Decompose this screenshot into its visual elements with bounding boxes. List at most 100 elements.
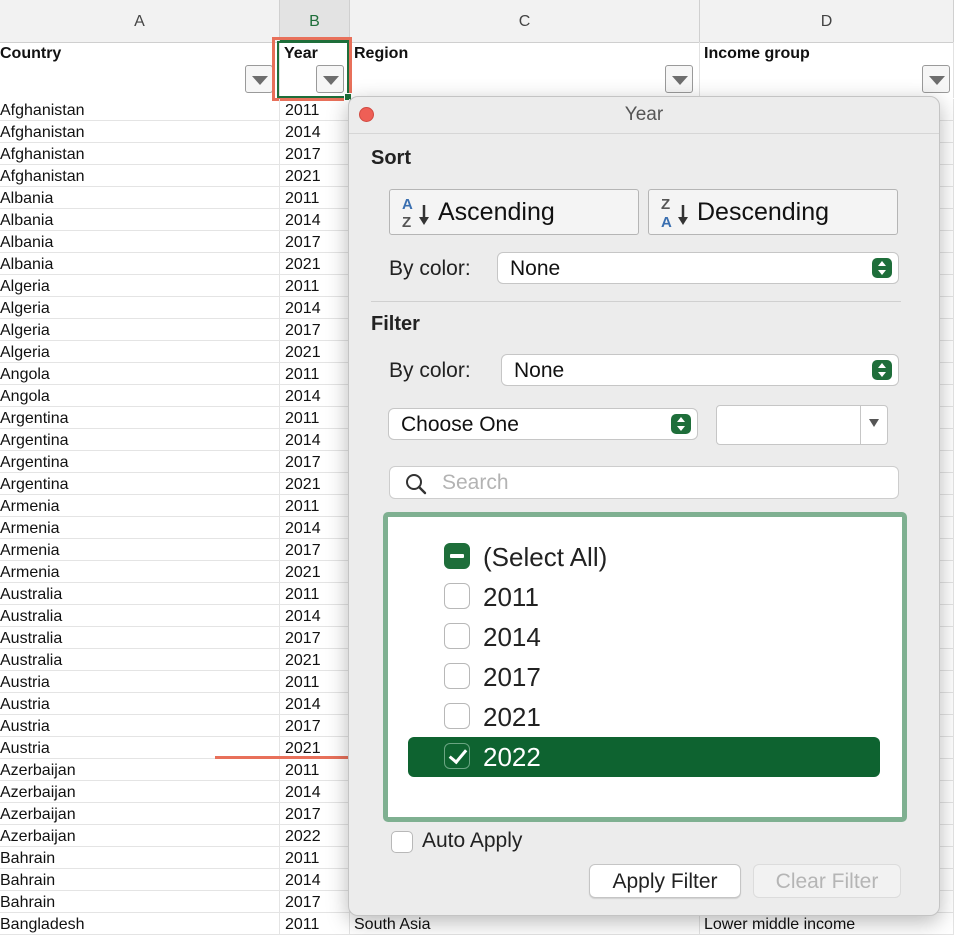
cell-country[interactable]: Algeria — [0, 341, 280, 363]
cell-country[interactable]: Armenia — [0, 517, 280, 539]
filter-by-color-select[interactable]: None — [501, 354, 899, 386]
cell-country[interactable]: Austria — [0, 693, 280, 715]
cell-country[interactable]: Argentina — [0, 473, 280, 495]
cell-country[interactable]: Argentina — [0, 451, 280, 473]
cell-year[interactable]: 2017 — [280, 451, 350, 473]
list-item-2017[interactable]: 2017 — [408, 657, 880, 697]
cell-year[interactable]: 2011 — [280, 671, 350, 693]
cell-country[interactable]: Algeria — [0, 297, 280, 319]
filter-dropdown-icon[interactable] — [665, 65, 693, 93]
cell-country[interactable]: Austria — [0, 715, 280, 737]
sort-by-color-select[interactable]: None — [497, 252, 899, 284]
column-header-a[interactable]: A — [0, 0, 280, 42]
search-input[interactable] — [440, 470, 884, 496]
cell-country[interactable]: Armenia — [0, 561, 280, 583]
cell-country[interactable]: Armenia — [0, 539, 280, 561]
cell-country[interactable]: Afghanistan — [0, 99, 280, 121]
cell-year[interactable]: 2021 — [280, 561, 350, 583]
checkbox[interactable] — [444, 623, 470, 649]
cell-year[interactable]: 2021 — [280, 649, 350, 671]
header-cell-income-group[interactable]: Income group — [700, 42, 954, 98]
checkbox[interactable] — [444, 663, 470, 689]
cell-year[interactable]: 2014 — [280, 297, 350, 319]
cell-year[interactable]: 2011 — [280, 913, 350, 935]
cell-country[interactable]: Afghanistan — [0, 143, 280, 165]
cell-year[interactable]: 2014 — [280, 385, 350, 407]
column-header-c[interactable]: C — [350, 0, 700, 42]
cell-country[interactable]: Austria — [0, 671, 280, 693]
cell-country[interactable]: Bahrain — [0, 869, 280, 891]
cell-country[interactable]: Argentina — [0, 429, 280, 451]
cell-year[interactable]: 2021 — [280, 165, 350, 187]
cell-country[interactable]: Armenia — [0, 495, 280, 517]
cell-country[interactable]: Algeria — [0, 275, 280, 297]
cell-country[interactable]: Azerbaijan — [0, 781, 280, 803]
cell-year[interactable]: 2017 — [280, 715, 350, 737]
cell-country[interactable]: Albania — [0, 209, 280, 231]
auto-apply-checkbox[interactable] — [391, 831, 413, 853]
condition-select[interactable]: Choose One — [388, 408, 698, 440]
cell-year[interactable]: 2011 — [280, 847, 350, 869]
cell-country[interactable]: Albania — [0, 231, 280, 253]
cell-year[interactable]: 2014 — [280, 605, 350, 627]
cell-country[interactable]: Australia — [0, 649, 280, 671]
list-item-2014[interactable]: 2014 — [408, 617, 880, 657]
cell-year[interactable]: 2011 — [280, 275, 350, 297]
cell-year[interactable]: 2017 — [280, 627, 350, 649]
sort-descending-button[interactable]: Z A Descending — [648, 189, 898, 235]
cell-country[interactable]: Bahrain — [0, 847, 280, 869]
column-header-d[interactable]: D — [700, 0, 954, 42]
cell-year[interactable]: 2014 — [280, 781, 350, 803]
cell-region[interactable]: South Asia — [350, 913, 700, 935]
cell-country[interactable]: Azerbaijan — [0, 759, 280, 781]
cell-country[interactable]: Australia — [0, 583, 280, 605]
cell-year[interactable]: 2011 — [280, 759, 350, 781]
condition-value-combobox[interactable] — [716, 405, 888, 445]
chevron-down-icon[interactable] — [869, 419, 879, 427]
apply-filter-button[interactable]: Apply Filter — [589, 864, 741, 898]
filter-dropdown-icon[interactable] — [922, 65, 950, 93]
cell-year[interactable]: 2014 — [280, 693, 350, 715]
cell-country[interactable]: Angola — [0, 363, 280, 385]
cell-year[interactable]: 2014 — [280, 869, 350, 891]
cell-year[interactable]: 2011 — [280, 407, 350, 429]
filter-dropdown-icon[interactable] — [245, 65, 273, 93]
cell-country[interactable]: Angola — [0, 385, 280, 407]
list-item-2011[interactable]: 2011 — [408, 577, 880, 617]
sort-ascending-button[interactable]: A Z Ascending — [389, 189, 639, 235]
column-header-b[interactable]: B — [280, 0, 350, 42]
checkbox[interactable] — [444, 583, 470, 609]
header-cell-country[interactable]: Country — [0, 42, 280, 98]
cell-year[interactable]: 2014 — [280, 121, 350, 143]
cell-year[interactable]: 2014 — [280, 429, 350, 451]
cell-year[interactable]: 2011 — [280, 583, 350, 605]
cell-year[interactable]: 2017 — [280, 891, 350, 913]
list-item-2022[interactable]: 2022 — [408, 737, 880, 777]
list-item-select-all[interactable]: (Select All) — [408, 537, 880, 577]
cell-year[interactable]: 2017 — [280, 143, 350, 165]
cell-country[interactable]: Argentina — [0, 407, 280, 429]
cell-year[interactable]: 2021 — [280, 253, 350, 275]
search-field[interactable] — [389, 466, 899, 499]
cell-year[interactable]: 2014 — [280, 209, 350, 231]
cell-country[interactable]: Australia — [0, 627, 280, 649]
cell-year[interactable]: 2011 — [280, 495, 350, 517]
checkbox-checked[interactable] — [444, 743, 470, 769]
cell-country[interactable]: Algeria — [0, 319, 280, 341]
cell-year[interactable]: 2011 — [280, 99, 350, 121]
cell-country[interactable]: Albania — [0, 187, 280, 209]
cell-year[interactable]: 2021 — [280, 341, 350, 363]
cell-country[interactable]: Azerbaijan — [0, 825, 280, 847]
cell-income-group[interactable]: Lower middle income — [700, 913, 954, 935]
cell-country[interactable]: Afghanistan — [0, 121, 280, 143]
cell-year[interactable]: 2022 — [280, 825, 350, 847]
header-cell-region[interactable]: Region — [350, 42, 700, 98]
cell-country[interactable]: Afghanistan — [0, 165, 280, 187]
cell-year[interactable]: 2011 — [280, 187, 350, 209]
cell-year[interactable]: 2017 — [280, 319, 350, 341]
cell-country[interactable]: Bangladesh — [0, 913, 280, 935]
cell-year[interactable]: 2017 — [280, 231, 350, 253]
cell-year[interactable]: 2011 — [280, 363, 350, 385]
select-all-checkbox[interactable] — [444, 543, 470, 569]
cell-country[interactable]: Australia — [0, 605, 280, 627]
